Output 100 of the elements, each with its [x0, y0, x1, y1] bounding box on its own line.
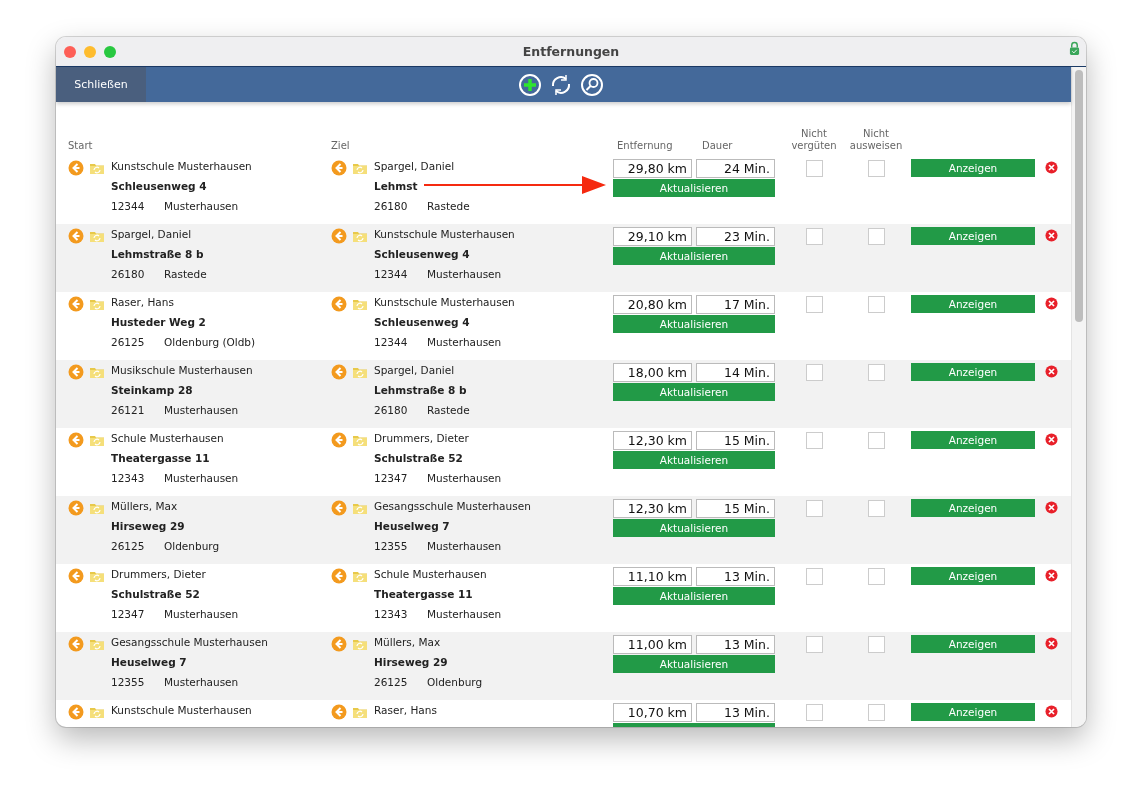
show-button[interactable]: Anzeigen [911, 567, 1035, 585]
city-name: Musterhausen [427, 607, 502, 621]
contact-name: Musikschule Musterhausen [111, 363, 253, 377]
postal-code: 26180 [374, 403, 409, 417]
update-button[interactable]: Aktualisieren [613, 587, 775, 605]
contact-name: Drummers, Dieter [374, 431, 470, 445]
column-header: Nicht ausweisen [848, 128, 904, 152]
city-name: Oldenburg [164, 539, 220, 553]
show-button[interactable]: Anzeigen [911, 295, 1035, 313]
postal-code: 26125 [374, 675, 409, 689]
contact-name: Müllers, Max [111, 499, 179, 513]
distance-field[interactable]: 11,10 km [613, 567, 692, 586]
show-button[interactable]: Anzeigen [911, 227, 1035, 245]
street-address: Hirseweg 29 [374, 655, 449, 669]
city-name: Musterhausen [164, 471, 239, 485]
contact-name: Gesangsschule Musterhausen [111, 635, 268, 649]
window-title: Entfernungen [521, 44, 621, 59]
city-name: Oldenburg [427, 675, 483, 689]
postal-code: 26121 [111, 403, 146, 417]
city-name: Musterhausen [164, 607, 239, 621]
duration-field[interactable]: 23 Min. [696, 227, 775, 246]
show-button[interactable]: Anzeigen [911, 159, 1035, 177]
city-name: Musterhausen [164, 403, 239, 417]
duration-field[interactable]: 15 Min. [696, 431, 775, 450]
duration-field[interactable]: 17 Min. [696, 295, 775, 314]
column-header: Entfernung [616, 140, 674, 152]
postal-code: 12344 [111, 199, 146, 213]
contact-name: Spargel, Daniel [374, 363, 456, 377]
column-header: Start [68, 140, 94, 152]
distance-field[interactable]: 12,30 km [613, 431, 692, 450]
city-name: Musterhausen [427, 471, 502, 485]
duration-field[interactable]: 24 Min. [696, 159, 775, 178]
show-button[interactable]: Anzeigen [911, 635, 1035, 653]
street-address: Schulstraße 52 [374, 451, 464, 465]
postal-code: 26125 [111, 335, 146, 349]
city-name: Rastede [427, 403, 470, 417]
show-button[interactable]: Anzeigen [911, 363, 1035, 381]
column-header: Nicht vergüten [790, 128, 838, 152]
postal-code: 12343 [374, 607, 409, 621]
distance-field[interactable]: 20,80 km [613, 295, 692, 314]
contact-name: Raser, Hans [374, 703, 437, 717]
distance-field[interactable]: 18,00 km [613, 363, 692, 382]
street-address: Lehmstraße 8 b [374, 383, 468, 397]
city-name: Rastede [427, 199, 470, 213]
close-button[interactable]: Schließen [56, 67, 146, 102]
postal-code: 12344 [374, 335, 409, 349]
duration-field[interactable]: 13 Min. [696, 635, 775, 654]
city-name: Musterhausen [427, 335, 502, 349]
city-name: Musterhausen [427, 267, 502, 281]
postal-code: 12343 [111, 471, 146, 485]
contact-name: Spargel, Daniel [111, 227, 193, 241]
distance-field[interactable]: 10,70 km [613, 703, 692, 722]
update-button[interactable]: Aktualisieren [613, 655, 775, 673]
postal-code: 12347 [374, 471, 409, 485]
contact-name: Müllers, Max [374, 635, 442, 649]
street-address: Lehmstraße 8 b [111, 247, 205, 261]
postal-code: 12355 [374, 539, 409, 553]
city-name: Musterhausen [164, 675, 239, 689]
duration-field[interactable]: 14 Min. [696, 363, 775, 382]
postal-code: 26180 [111, 267, 146, 281]
city-name: Rastede [164, 267, 207, 281]
update-button[interactable]: Aktualisieren [613, 315, 775, 333]
update-button[interactable]: Aktualisieren [613, 383, 775, 401]
contact-name: Kunstschule Musterhausen [374, 295, 515, 309]
city-name: Musterhausen [427, 539, 502, 553]
duration-field[interactable]: 13 Min. [696, 567, 775, 586]
postal-code: 26180 [374, 199, 409, 213]
contact-name: Gesangsschule Musterhausen [374, 499, 531, 513]
show-button[interactable]: Anzeigen [911, 499, 1035, 517]
update-button[interactable]: Aktualisieren [613, 247, 775, 265]
update-button[interactable]: Aktualisieren [613, 519, 775, 537]
city-name: Musterhausen [164, 199, 239, 213]
update-button[interactable]: Aktualisieren [613, 451, 775, 469]
street-address: Schulstraße 52 [111, 587, 201, 601]
postal-code: 26125 [111, 539, 146, 553]
duration-field[interactable]: 13 Min. [696, 703, 775, 722]
contact-name: Kunstschule Musterhausen [374, 227, 515, 241]
street-address: Husteder Weg 2 [111, 315, 207, 329]
duration-field[interactable]: 15 Min. [696, 499, 775, 518]
show-button[interactable]: Anzeigen [911, 703, 1035, 721]
contact-name: Schule Musterhausen [111, 431, 225, 445]
street-address: Schleusenweg 4 [111, 179, 208, 193]
show-button[interactable]: Anzeigen [911, 431, 1035, 449]
distance-field[interactable]: 11,00 km [613, 635, 692, 654]
street-address: Lehmst [374, 179, 419, 193]
contact-name: Schule Musterhausen [374, 567, 488, 581]
street-address: Hirseweg 29 [111, 519, 186, 533]
contact-name: Kunstschule Musterhausen [111, 703, 252, 717]
distance-field[interactable]: 29,10 km [613, 227, 692, 246]
city-name: Oldenburg (Oldb) [164, 335, 256, 349]
street-address: Heuselweg 7 [374, 519, 451, 533]
contact-name: Kunstschule Musterhausen [111, 159, 252, 173]
postal-code: 12347 [111, 607, 146, 621]
update-button[interactable]: Aktualisieren [613, 179, 775, 197]
distance-field[interactable]: 12,30 km [613, 499, 692, 518]
street-address: Theatergasse 11 [111, 451, 211, 465]
distance-field[interactable]: 29,80 km [613, 159, 692, 178]
contact-name: Raser, Hans [111, 295, 175, 309]
postal-code: 12355 [111, 675, 146, 689]
street-address: Heuselweg 7 [111, 655, 188, 669]
